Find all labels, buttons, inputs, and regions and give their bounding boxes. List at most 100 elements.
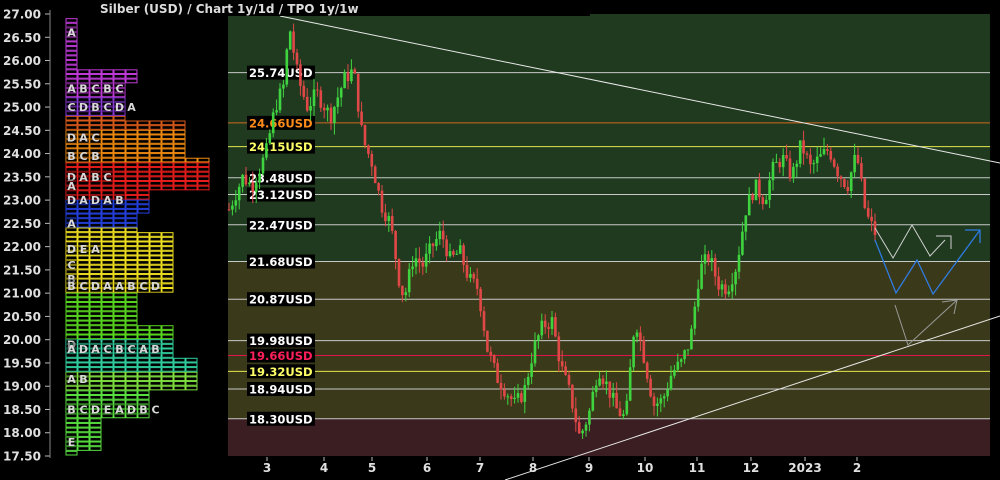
tpo-box: [137, 194, 150, 200]
level-label: 21.68USD: [249, 255, 313, 269]
tpo-box: [89, 446, 102, 451]
candle-body: [611, 392, 615, 398]
tpo-box: [125, 190, 138, 195]
candle-body: [717, 276, 720, 290]
tpo-letter: D: [127, 403, 136, 416]
tpo-box: [113, 376, 126, 382]
tpo-box: [137, 120, 150, 126]
tpo-box: [125, 315, 138, 321]
tpo-box: [125, 255, 138, 261]
candle-body: [234, 200, 238, 206]
tpo-box: [77, 315, 90, 321]
tpo-box: [173, 157, 186, 163]
candle-body: [839, 176, 843, 180]
tpo-box: [65, 390, 78, 396]
tpo-box: [125, 78, 138, 84]
candle-body: [598, 378, 601, 386]
tpo-box: [125, 167, 138, 172]
tpo-box: [89, 432, 102, 437]
tpo-box: [101, 125, 114, 130]
candle-body: [605, 381, 608, 385]
y-tick-label: 17.50: [3, 450, 41, 464]
tpo-box: [137, 274, 150, 279]
tpo-box: [89, 218, 102, 223]
tpo-box: [101, 260, 114, 265]
candle-body: [846, 187, 850, 192]
tpo-box: [149, 367, 162, 372]
tpo-box: [113, 306, 126, 312]
tpo-box: [137, 180, 150, 186]
tpo-letter: A: [103, 194, 112, 207]
tpo-box: [161, 129, 174, 135]
y-tick-label: 23.00: [3, 194, 41, 208]
tpo-box: [125, 362, 138, 368]
tpo-box: [101, 255, 114, 261]
tpo-box: [101, 362, 114, 368]
candle-body: [302, 85, 306, 97]
candle-body: [795, 163, 799, 167]
tpo-box: [161, 153, 174, 158]
candle-body: [384, 212, 387, 222]
candle-body: [720, 284, 724, 290]
candle-body: [788, 158, 792, 179]
tpo-box: [161, 376, 174, 382]
tpo-letter: A: [79, 171, 88, 184]
tpo-box: [149, 274, 162, 279]
candle-body: [452, 251, 455, 255]
tpo-letter: E: [80, 243, 88, 256]
tpo-letter: C: [67, 259, 75, 272]
candle-body: [458, 245, 462, 254]
candle-body: [635, 332, 639, 337]
tpo-box: [113, 320, 126, 326]
level-label: 19.32USD: [249, 365, 313, 379]
tpo-box: [77, 185, 90, 191]
candle-body: [584, 424, 588, 431]
tpo-box: [101, 73, 114, 79]
candle-body: [853, 154, 856, 173]
tpo-box: [197, 185, 210, 191]
candle-body: [503, 389, 506, 397]
tpo-box: [149, 325, 162, 330]
tpo-letter: D: [91, 403, 100, 416]
tpo-letter: D: [91, 194, 100, 207]
tpo-box: [125, 148, 138, 154]
tpo-letter: C: [139, 280, 147, 293]
candle-body: [421, 262, 425, 267]
tpo-box: [125, 301, 138, 307]
tpo-box: [185, 385, 198, 391]
chart-canvas[interactable]: 25.74USD24.66USD24.15USD23.48USD23.12USD…: [0, 0, 1000, 480]
candle-body: [679, 359, 683, 362]
tpo-box: [125, 357, 138, 363]
y-tick-label: 20.00: [3, 333, 41, 347]
candle-body: [809, 154, 812, 165]
tpo-box: [173, 129, 186, 135]
tpo-box: [137, 153, 150, 158]
tpo-letter: D: [79, 343, 88, 356]
candle-body: [377, 183, 380, 191]
tpo-box: [77, 143, 90, 149]
candle-body: [815, 156, 819, 164]
tpo-letter: C: [127, 343, 135, 356]
tpo-box: [137, 167, 150, 172]
tpo-box: [125, 376, 138, 382]
candle-body: [860, 163, 863, 179]
tpo-box: [113, 157, 126, 163]
tpo-box: [125, 274, 138, 279]
tpo-box: [89, 255, 102, 261]
tpo-box: [137, 176, 150, 181]
candle-body: [649, 378, 652, 397]
tpo-box: [89, 269, 102, 275]
tpo-box: [113, 222, 126, 228]
tpo-box: [149, 381, 162, 386]
tpo-box: [137, 260, 150, 265]
candle-body: [618, 408, 622, 416]
tpo-box: [77, 436, 90, 442]
candle-body: [404, 292, 408, 296]
candle-body: [492, 355, 496, 364]
candle-body: [747, 194, 751, 216]
candle-body: [523, 385, 527, 403]
candle-body: [819, 154, 822, 157]
tpo-box: [77, 208, 90, 214]
candle-body: [506, 396, 510, 398]
tpo-box: [113, 390, 126, 396]
